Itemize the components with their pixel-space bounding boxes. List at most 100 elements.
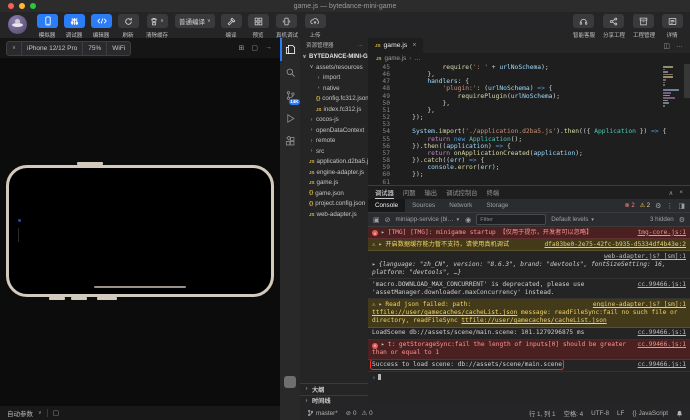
devtools-tab-network[interactable]: Network (442, 199, 479, 212)
expand-caret-icon[interactable]: ▸ (379, 301, 383, 308)
tree-item-web-adapter-js[interactable]: JSweb-adapter.js (300, 209, 368, 220)
chevron-down-icon[interactable]: ∨ (7, 42, 22, 55)
clear-console-icon[interactable]: ⊘ (385, 216, 391, 224)
console-row-log[interactable]: cc.99466.js:1'macro.DOWNLOAD_MAX_CONCURR… (368, 279, 690, 299)
close-window-button[interactable] (8, 3, 14, 9)
code-editor[interactable]: 45 require(': ' + urlNoSchema);46 },47 h… (368, 64, 690, 185)
toolbar-button-upload[interactable]: 上传 (305, 14, 326, 39)
levels-dropdown[interactable]: Default levels▼ (551, 216, 595, 223)
console-prompt[interactable]: › (368, 372, 690, 384)
notifications-bell-icon[interactable] (676, 410, 683, 417)
more-actions-icon[interactable]: … (358, 42, 364, 48)
expand-caret-icon[interactable]: ▸ (381, 341, 385, 348)
toolbar-button-clear-cache[interactable]: ∨清除缓存 (145, 14, 169, 39)
tree-item-remote[interactable]: ›remote (300, 136, 368, 147)
grid-icon[interactable]: ⊞ (239, 44, 245, 52)
tree-item-config-fc312-json[interactable]: {}config.fc312.json (300, 94, 368, 105)
sidebar-item-explorer[interactable] (280, 38, 300, 61)
dock-side-icon[interactable]: ◨ (678, 202, 685, 210)
tree-item-assets-resources[interactable]: ∨assets/resources (300, 62, 368, 73)
devtools-tab-storage[interactable]: Storage (479, 199, 515, 212)
console-source-link[interactable]: dfa83be0-2e75-42fc-b935-d5334df4b43e:2 (544, 241, 686, 249)
expand-caret-icon[interactable]: ▸ (381, 229, 385, 236)
console-source-link[interactable]: cc.99466.js:1 (638, 341, 686, 349)
kebab-menu-icon[interactable]: ⋮ (666, 202, 673, 210)
console-row-error[interactable]: tmg-core.js:1×▸[TMG] [TMG]: minigame sta… (368, 227, 690, 239)
editor-scrollbar[interactable] (684, 64, 690, 98)
auto-params-label[interactable]: 自动参数 (7, 408, 33, 418)
toolbar-button-preview[interactable]: 预览 (248, 14, 269, 39)
console-row-warn[interactable]: dfa83be0-2e75-42fc-b935-d5334df4b43e:2⚠▸… (368, 239, 690, 251)
console-row-warn[interactable]: engine-adapter.js? [sm]:1⚠▸Read json fai… (368, 299, 690, 327)
gear-icon[interactable]: ⚙ (679, 216, 685, 224)
console-source-link[interactable]: web-adapter.js? [sm]:1 (380, 253, 686, 261)
device-selector[interactable]: ∨ iPhone 12/12 Pro 75% WiFi (6, 41, 131, 56)
console-row-error[interactable]: cc.99466.js:1×▸t: getStorageSync:fail th… (368, 340, 690, 360)
toolbar-button-refresh[interactable]: 刷新 (118, 14, 139, 39)
collapse-icon[interactable]: ∧ (668, 189, 673, 197)
tree-item-opendatacontext[interactable]: ›openDataContext (300, 125, 368, 136)
breadcrumb[interactable]: JS game.js › … (368, 53, 690, 64)
explorer-section-大纲[interactable]: ›大纲 (300, 383, 368, 395)
minimize-window-button[interactable] (19, 3, 25, 9)
expand-caret-icon[interactable]: ▸ (372, 261, 376, 268)
console-source-link[interactable]: tmg-core.js:1 (638, 229, 686, 237)
tree-item-src[interactable]: ›src (300, 146, 368, 157)
account-avatar[interactable] (284, 376, 296, 388)
toolbar-button-debugger[interactable]: 调试器 (64, 14, 85, 39)
tree-item-index-fc312-js[interactable]: JSindex.fc312.js (300, 104, 368, 115)
sidebar-item-run-debug[interactable] (280, 107, 300, 130)
indentation[interactable]: 空格: 4 (564, 409, 584, 418)
cursor-position[interactable]: 行 1, 列 1 (529, 409, 556, 418)
tree-item-game-json[interactable]: {}game.json (300, 188, 368, 199)
panel-tab-终端[interactable]: 终端 (487, 186, 500, 199)
maximize-window-button[interactable] (30, 3, 36, 9)
tree-item-native[interactable]: ›native (300, 83, 368, 94)
expand-caret-icon[interactable]: ▸ (379, 241, 383, 248)
panel-tab-调试控制台[interactable]: 调试控制台 (446, 186, 477, 199)
sidebar-item-search[interactable] (280, 61, 300, 84)
split-editor-icon[interactable]: ◫ (663, 42, 670, 50)
expand-icon[interactable]: ▢ (251, 44, 258, 52)
panel-tab-输出[interactable]: 输出 (424, 186, 437, 199)
toolbar-button-simulator[interactable]: 模拟器 (37, 14, 58, 39)
minimap[interactable] (663, 66, 681, 110)
tree-item-application-d2ba5-js[interactable]: JSapplication.d2ba5.js (300, 157, 368, 168)
panel-tab-问题[interactable]: 问题 (403, 186, 416, 199)
chevron-down-icon[interactable]: ∨ (38, 410, 42, 416)
devtools-tab-sources[interactable]: Sources (405, 199, 442, 212)
console-text-link[interactable]: ttfile://user/gamecaches/cacheList.json (461, 317, 606, 324)
tab-game-js[interactable]: JS game.js × (368, 38, 423, 53)
close-icon[interactable]: × (412, 42, 416, 49)
panel-tab-调试器[interactable]: 调试器 (375, 186, 394, 199)
console-row-log[interactable]: cc.99466.js:1Success to load scene: db:/… (368, 360, 690, 372)
toolbar-button-remote-debug[interactable]: 真机调试 (275, 14, 299, 39)
encoding[interactable]: UTF-8 (591, 410, 609, 417)
console-row-log[interactable]: web-adapter.js? [sm]:1▸{language: "zh_CN… (368, 251, 690, 279)
tree-item-engine-adapter-js[interactable]: JSengine-adapter.js (300, 167, 368, 178)
toolbar-button-editor[interactable]: 编辑器 (91, 14, 112, 39)
tree-item-import[interactable]: ›import (300, 73, 368, 84)
tree-item-project-config-json[interactable]: {}project.config.json (300, 199, 368, 210)
frame-selector-icon[interactable]: ▣ (373, 216, 380, 224)
context-dropdown[interactable]: miniapp-service (bl…▼ (396, 216, 461, 223)
sidebar-item-source-control[interactable]: 14K (280, 84, 300, 107)
explorer-root-folder[interactable]: ∨ BYTEDANCE-MINI-GAME (300, 51, 368, 62)
phone-device-frame[interactable] (6, 165, 274, 297)
language-mode[interactable]: {}JavaScript (632, 410, 668, 417)
gear-icon[interactable]: ⚙ (655, 202, 661, 210)
sidebar-item-extensions[interactable] (280, 130, 300, 153)
forward-icon[interactable]: → (265, 44, 272, 52)
close-icon[interactable]: × (679, 189, 683, 197)
toolbar-button-details[interactable]: 详情 (662, 14, 683, 39)
git-branch-item[interactable]: master* (307, 409, 338, 417)
window-controls[interactable] (8, 3, 36, 9)
more-actions-icon[interactable]: … (676, 42, 683, 49)
console-log-area[interactable]: tmg-core.js:1×▸[TMG] [TMG]: minigame sta… (368, 227, 690, 406)
screenshot-icon[interactable]: ▢ (53, 409, 60, 417)
console-row-log[interactable]: cc.99466.js:1LoadScene db://assets/scene… (368, 328, 690, 340)
tree-item-cocos-js[interactable]: ›cocos-js (300, 115, 368, 126)
toolbar-button-support[interactable]: 智能客服 (572, 14, 596, 39)
console-source-link[interactable]: cc.99466.js:1 (638, 281, 686, 289)
toolbar-button-project-manage[interactable]: 工程管理 (632, 14, 656, 39)
